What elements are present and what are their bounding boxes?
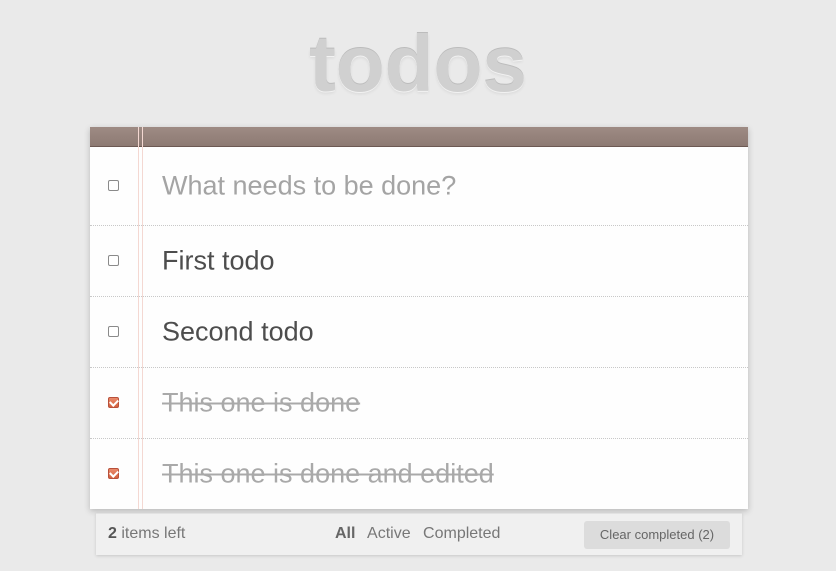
footer: 2 items left All Active Completed Clear …	[96, 513, 742, 555]
items-left-count: 2 items left	[108, 525, 185, 543]
todo-label[interactable]: This one is done	[162, 388, 360, 419]
new-todo-input[interactable]: What needs to be done?	[162, 171, 456, 202]
card-header-bar	[90, 127, 748, 147]
filter-all[interactable]: All	[335, 525, 355, 542]
todo-checkbox-checked[interactable]	[108, 468, 119, 479]
todo-checkbox[interactable]	[108, 255, 119, 266]
filter-active[interactable]: Active	[367, 525, 411, 542]
items-left-number: 2	[108, 525, 117, 542]
todo-item: This one is done	[90, 368, 748, 439]
todo-card: What needs to be done? First todo Second…	[90, 127, 748, 509]
filter-group: All Active Completed	[335, 525, 508, 543]
todo-item: This one is done and edited	[90, 439, 748, 509]
filter-completed[interactable]: Completed	[423, 525, 500, 542]
todo-checkbox-checked[interactable]	[108, 397, 119, 408]
todo-item: First todo	[90, 226, 748, 297]
app-title: todos	[309, 19, 527, 108]
todo-label[interactable]: Second todo	[162, 317, 314, 348]
todo-checkbox[interactable]	[108, 326, 119, 337]
todo-item: Second todo	[90, 297, 748, 368]
new-todo-row: What needs to be done?	[90, 147, 748, 226]
items-left-suffix: items left	[116, 525, 186, 542]
todo-label[interactable]: First todo	[162, 246, 275, 277]
toggle-all-checkbox[interactable]	[108, 180, 119, 191]
todo-label[interactable]: This one is done and edited	[162, 459, 494, 490]
clear-completed-button[interactable]: Clear completed (2)	[584, 521, 730, 549]
